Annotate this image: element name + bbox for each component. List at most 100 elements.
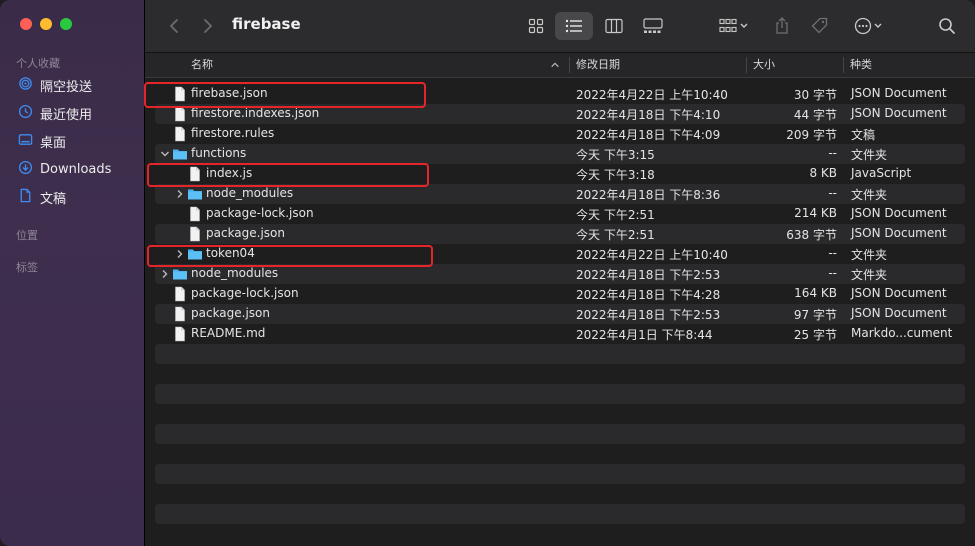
close-button[interactable] [20,18,32,30]
file-kind: JSON Document [851,206,947,220]
file-date: 2022年4月22日 上午10:40 [576,88,728,102]
search-button[interactable] [933,12,961,40]
empty-row [155,384,965,404]
sidebar-item-label: 桌面 [40,135,67,151]
disclosure-closed-icon[interactable] [175,248,185,260]
tag-button[interactable] [807,12,833,40]
file-kind: JavaScript [851,166,912,180]
file-date: 2022年4月18日 下午2:53 [576,308,721,322]
forward-button[interactable] [197,15,217,37]
empty-row [155,424,965,444]
table-row[interactable]: token04 2022年4月22日 上午10:40 -- 文件夹 [155,244,965,264]
table-row[interactable]: README.md 2022年4月1日 下午8:44 25 字节 Markdo...c… [155,324,965,344]
sidebar-section-favorites: 个人收藏 [16,57,60,70]
share-icon [776,17,788,34]
window-title: firebase [232,15,301,33]
tag-icon [811,17,828,34]
file-date: 2022年4月18日 下午4:10 [576,108,721,122]
file-size: 44 字节 [793,108,837,122]
file-date: 今天 下午2:51 [576,228,655,242]
table-row[interactable]: firebase.json 2022年4月22日 上午10:40 30 字节 JSON… [155,84,965,104]
column-date[interactable]: 修改日期 [576,53,620,77]
file-name: package.json [191,306,271,320]
sort-ascending-icon[interactable] [550,53,560,77]
column-name[interactable]: 名称 [191,53,213,77]
column-separator[interactable] [843,57,844,73]
file-date: 2022年4月18日 下午2:53 [576,268,721,282]
finder-window: 个人收藏 隔空投送 最近使用 桌面 Downloads 文稿 位置 标签 fir… [0,0,975,546]
airdrop-icon [18,76,33,95]
sidebar-section-tags[interactable]: 标签 [16,259,38,275]
table-row[interactable]: package.json 2022年4月18日 下午2:53 97 字节 JSON D… [155,304,965,324]
column-separator[interactable] [746,57,747,73]
file-kind: JSON Document [851,226,947,240]
sidebar-item-recents[interactable]: 最近使用 [18,102,92,124]
chevron-right-icon [204,19,213,33]
sidebar-item-label: 隔空投送 [40,79,93,95]
file-size: 97 字节 [793,308,837,322]
column-separator[interactable] [569,57,570,73]
table-row[interactable]: node_modules 2022年4月18日 下午8:36 -- 文件夹 [155,184,965,204]
file-size: 30 字节 [793,88,837,102]
sidebar-item-desktop[interactable]: 桌面 [18,130,66,152]
table-row[interactable]: firestore.rules 2022年4月18日 下午4:09 209 字节 文稿 [155,124,965,144]
file-kind: JSON Document [851,286,947,300]
sidebar-item-documents[interactable]: 文稿 [18,186,66,208]
empty-row [155,504,965,524]
file-name: index.js [206,166,253,180]
file-size: -- [828,246,837,260]
disclosure-closed-icon[interactable] [175,188,185,200]
grid-icon [528,18,544,34]
table-row[interactable]: node_modules 2022年4月18日 下午2:53 -- 文件夹 [155,264,965,284]
file-kind: 文件夹 [851,188,888,202]
disclosure-open-icon[interactable] [160,148,170,160]
table-row[interactable]: package-lock.json 今天 下午2:51 214 KB JSON Doc… [155,204,965,224]
column-view-button[interactable] [599,12,629,40]
gallery-view-button[interactable] [637,12,669,40]
table-row[interactable]: package-lock.json 2022年4月18日 下午4:28 164 KB… [155,284,965,304]
group-by-button[interactable] [713,12,755,40]
file-icon [187,166,203,182]
sidebar-item-label: 文稿 [40,191,67,207]
sidebar-section-locations[interactable]: 位置 [16,227,38,243]
file-kind: 文稿 [851,128,876,142]
sidebar-item-downloads[interactable]: Downloads [18,158,111,180]
empty-row [155,484,965,504]
sidebar-item-airdrop[interactable]: 隔空投送 [18,74,92,96]
icon-view-button[interactable] [521,12,551,40]
file-kind: JSON Document [851,106,947,120]
file-size: 164 KB [794,286,837,300]
file-name: functions [191,146,247,160]
share-button[interactable] [769,12,795,40]
group-grid-icon [719,18,748,33]
file-icon [187,206,203,222]
action-menu-button[interactable] [849,12,889,40]
table-row[interactable]: functions 今天 下午3:15 -- 文件夹 [155,144,965,164]
file-icon [172,106,188,122]
desktop-icon [18,132,33,151]
zoom-button[interactable] [60,18,72,30]
disclosure-closed-icon[interactable] [160,268,170,280]
list-icon [565,19,582,33]
table-row[interactable]: index.js 今天 下午3:18 8 KB JavaScript [155,164,965,184]
columns-icon [605,18,623,34]
folder-icon [172,266,188,282]
file-icon [172,126,188,142]
file-name: node_modules [191,266,279,280]
file-name: package-lock.json [191,286,299,300]
chevron-left-icon [169,19,178,33]
back-button[interactable] [165,15,185,37]
file-kind: Markdo...cument [851,326,953,340]
file-date: 2022年4月18日 下午8:36 [576,188,721,202]
column-kind[interactable]: 种类 [850,53,872,77]
table-row[interactable]: firestore.indexes.json 2022年4月18日 下午4:10 4… [155,104,965,124]
file-size: -- [828,146,837,160]
ellipsis-circle-icon [854,17,882,35]
file-name: package-lock.json [206,206,314,220]
minimize-button[interactable] [40,18,52,30]
list-view-button[interactable] [555,12,593,40]
toolbar: firebase [145,0,975,53]
table-row[interactable]: package.json 今天 下午2:51 638 字节 JSON Document [155,224,965,244]
column-size[interactable]: 大小 [753,53,775,77]
file-date: 今天 下午3:18 [576,168,655,182]
